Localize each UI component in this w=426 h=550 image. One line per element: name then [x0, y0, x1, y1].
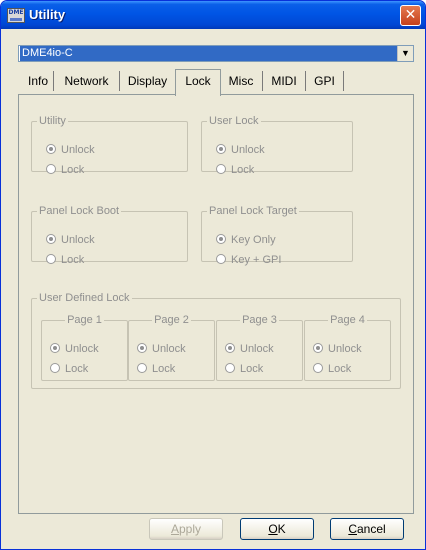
device-select[interactable]: DME4io-C ▼ — [18, 45, 414, 62]
page-4-unlock-radio[interactable]: Unlock — [313, 343, 362, 355]
apply-button[interactable]: Apply — [149, 518, 223, 540]
user-lock-group-title: User Lock — [209, 115, 259, 127]
page-1-group: Page 1 Unlock Lock — [41, 314, 128, 381]
tab-gpi[interactable]: GPI — [306, 71, 344, 91]
user-lock-unlock-radio[interactable]: Unlock — [216, 144, 265, 156]
utility-group: Utility Unlock Lock — [31, 115, 188, 176]
tab-midi[interactable]: MIDI — [263, 71, 306, 91]
page-2-group: Page 2 Unlock Lock — [128, 314, 215, 381]
close-button[interactable]: ✕ — [400, 5, 421, 26]
panel-lock-boot-group: Panel Lock Boot Unlock Lock — [31, 205, 188, 266]
tab-misc[interactable]: Misc — [220, 71, 263, 91]
page-2-unlock-radio[interactable]: Unlock — [137, 343, 186, 355]
page-4-lock-radio[interactable]: Lock — [313, 363, 351, 375]
lock-tab-panel: Utility Unlock Lock User Lock Unlock Loc… — [18, 94, 414, 514]
panel-lock-target-key-only-radio[interactable]: Key Only — [216, 234, 276, 246]
page-1-title: Page 1 — [67, 314, 102, 326]
user-defined-lock-group-title: User Defined Lock — [39, 292, 130, 304]
panel-lock-target-group: Panel Lock Target Key Only Key + GPI — [201, 205, 353, 266]
page-4-group: Page 4 Unlock Lock — [304, 314, 391, 381]
page-2-lock-radio[interactable]: Lock — [137, 363, 175, 375]
tab-display[interactable]: Display — [120, 71, 176, 91]
panel-lock-target-key-gpi-radio[interactable]: Key + GPI — [216, 254, 281, 266]
page-1-unlock-radio[interactable]: Unlock — [50, 343, 99, 355]
chevron-down-icon[interactable]: ▼ — [397, 46, 413, 61]
tab-info[interactable]: Info — [23, 71, 54, 91]
user-defined-lock-group: User Defined Lock Page 1 Unlock Lock Pag… — [31, 292, 401, 389]
dme-app-icon: DME — [7, 8, 25, 23]
utility-unlock-radio[interactable]: Unlock — [46, 144, 95, 156]
page-3-group: Page 3 Unlock Lock — [216, 314, 303, 381]
panel-lock-target-group-title: Panel Lock Target — [209, 205, 297, 217]
device-select-value: DME4io-C — [20, 46, 397, 61]
page-2-title: Page 2 — [154, 314, 189, 326]
user-lock-group: User Lock Unlock Lock — [201, 115, 353, 176]
page-1-lock-radio[interactable]: Lock — [50, 363, 88, 375]
tab-lock[interactable]: Lock — [175, 69, 221, 96]
utility-dialog: DME Utility ✕ DME4io-C ▼ Info Network Di… — [0, 0, 426, 550]
page-4-title: Page 4 — [330, 314, 365, 326]
page-3-unlock-radio[interactable]: Unlock — [225, 343, 274, 355]
utility-group-title: Utility — [39, 115, 66, 127]
ok-button[interactable]: OK — [240, 518, 314, 540]
page-3-title: Page 3 — [242, 314, 277, 326]
cancel-button[interactable]: Cancel — [330, 518, 404, 540]
panel-lock-boot-lock-radio[interactable]: Lock — [46, 254, 84, 266]
close-icon: ✕ — [404, 7, 417, 23]
panel-lock-boot-unlock-radio[interactable]: Unlock — [46, 234, 95, 246]
panel-lock-boot-group-title: Panel Lock Boot — [39, 205, 120, 217]
window-title: Utility — [29, 7, 66, 22]
page-3-lock-radio[interactable]: Lock — [225, 363, 263, 375]
title-bar[interactable]: DME Utility ✕ — [1, 1, 425, 29]
user-lock-lock-radio[interactable]: Lock — [216, 164, 254, 176]
tab-network[interactable]: Network — [54, 71, 120, 91]
utility-lock-radio[interactable]: Lock — [46, 164, 84, 176]
